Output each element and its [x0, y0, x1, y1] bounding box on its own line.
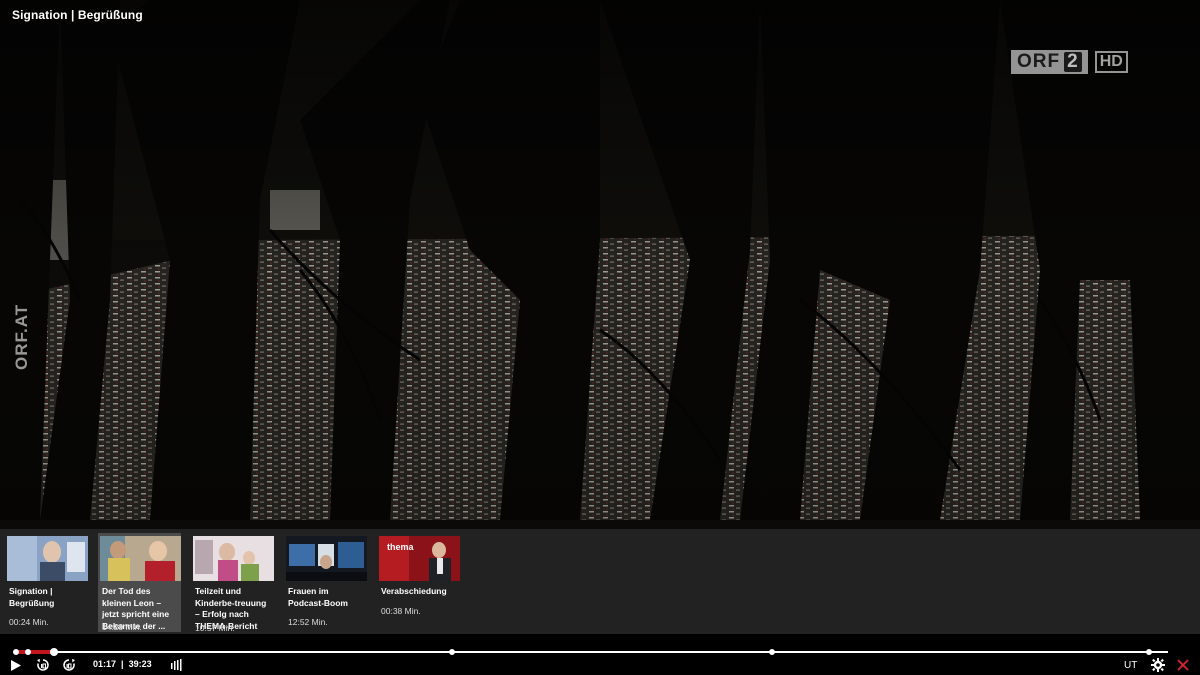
chapter-marker[interactable]	[13, 649, 19, 655]
chapter-marker[interactable]	[768, 649, 775, 655]
orf-logo-box: ORF 2	[1011, 50, 1088, 74]
total-time: 39:23	[128, 659, 152, 669]
chapter-thumbnail: thema	[379, 536, 460, 581]
chapter-duration: 12:52 Min.	[288, 617, 328, 627]
seek-handle[interactable]	[49, 648, 58, 656]
forward-button[interactable]	[62, 658, 76, 672]
settings-icon	[1151, 658, 1165, 672]
rewind-icon	[37, 659, 49, 671]
chapter-title: Signation | Begrüßung	[9, 586, 55, 608]
current-time: 01:17	[93, 659, 117, 669]
orf-logo-channel: 2	[1064, 52, 1082, 72]
audio-button[interactable]	[171, 658, 183, 672]
chapter-duration: 00:38 Min.	[381, 606, 421, 616]
play-button[interactable]	[10, 658, 22, 672]
chapter-thumbnail	[100, 536, 181, 581]
settings-button[interactable]	[1151, 658, 1165, 672]
chapter-thumbnail	[193, 536, 274, 581]
chapter-item-signation[interactable]: Signation | Begrüßung 00:24 Min.	[5, 533, 88, 632]
time-separator: |	[121, 659, 124, 669]
seek-bar[interactable]	[13, 648, 1168, 656]
chapter-thumbnail	[286, 536, 367, 581]
chapter-marker[interactable]	[448, 649, 455, 655]
chapter-duration: 14:29 Min.	[102, 622, 142, 632]
forward-icon	[63, 659, 75, 671]
orf-logo-text: ORF	[1017, 51, 1061, 72]
close-icon	[1177, 659, 1189, 671]
chapter-marker[interactable]	[24, 649, 31, 655]
subtitles-button[interactable]: UT	[1124, 660, 1137, 671]
chapter-item-teilzeit[interactable]: Teilzeit und Kinderbe-treuung – Erfolg n…	[191, 533, 274, 633]
hd-badge: HD	[1094, 51, 1128, 73]
orf2-hd-logo: ORF 2 HD	[1011, 50, 1128, 74]
play-icon	[11, 659, 21, 671]
chapter-strip: Signation | Begrüßung 00:24 Min. Der Tod…	[0, 529, 1200, 634]
orf-at-watermark: ORF.AT	[12, 303, 31, 370]
chapter-thumbnail	[7, 536, 88, 581]
audio-levels-icon	[171, 659, 182, 671]
chapter-item-podcast[interactable]: Frauen im Podcast-Boom 12:52 Min.	[284, 533, 367, 632]
thema-logo: thema	[387, 542, 415, 552]
chapter-item-verabschiedung[interactable]: thema Verabschiedung 00:38 Min.	[377, 533, 460, 632]
chapter-duration: 00:24 Min.	[9, 617, 49, 627]
close-button[interactable]	[1177, 658, 1189, 672]
seek-progress	[16, 650, 54, 654]
chapter-marker[interactable]	[1146, 649, 1153, 655]
chapter-item-leon[interactable]: Der Tod des kleinen Leon – jetzt spricht…	[98, 533, 181, 632]
program-title: Signation | Begrüßung	[12, 8, 143, 22]
rewind-button[interactable]	[36, 658, 50, 672]
player-controls: 01:17 | 39:23 UT	[0, 634, 1200, 675]
time-display: 01:17 | 39:23	[93, 659, 152, 669]
chapter-title: Frauen im Podcast-Boom	[288, 586, 348, 608]
chapter-duration: 10:57 Min.	[195, 623, 235, 633]
chapter-title: Verabschiedung	[381, 586, 447, 596]
